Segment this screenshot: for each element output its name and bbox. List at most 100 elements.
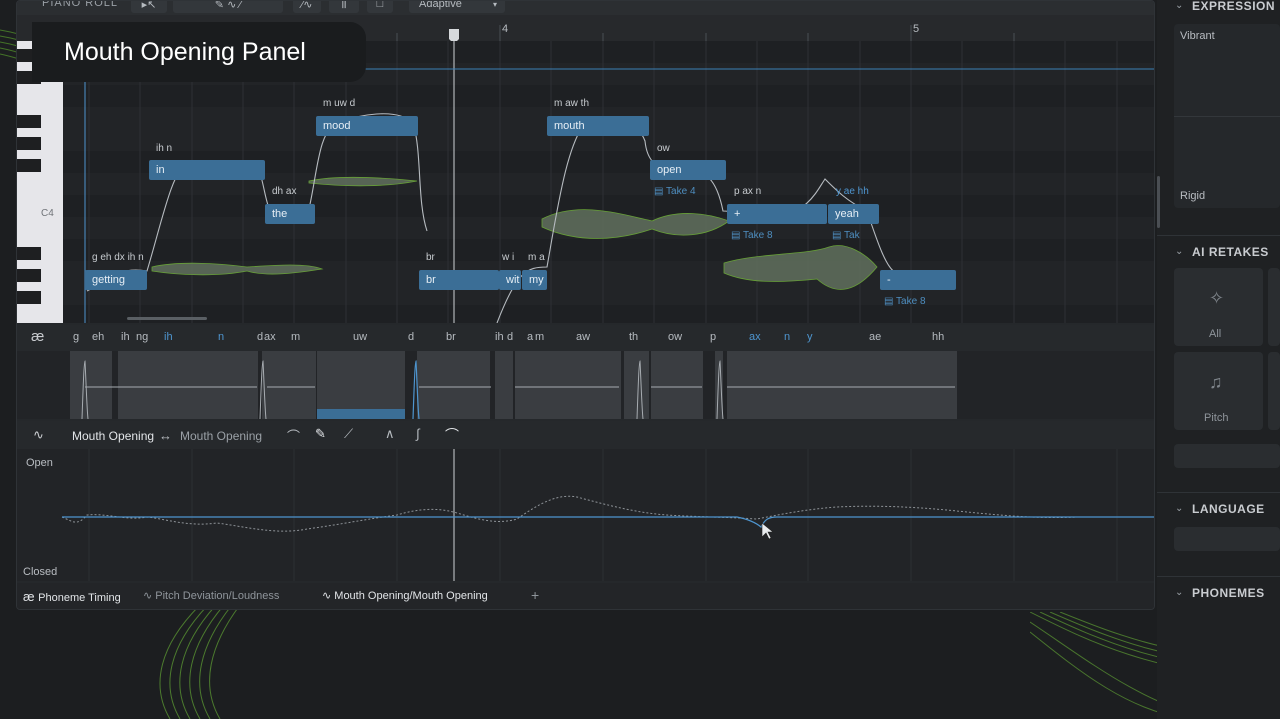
section-ai-retakes[interactable]: ⌄ AI RETAKES — [1157, 235, 1280, 267]
note-open[interactable]: open — [650, 160, 726, 180]
phoneme[interactable]: m — [291, 331, 300, 343]
grid-lines — [84, 41, 1154, 323]
line-tool-icon[interactable]: ⟋ — [344, 426, 353, 442]
phoneme[interactable]: n — [218, 331, 224, 343]
language-select[interactable] — [1174, 527, 1280, 551]
phoneme[interactable]: hh — [932, 331, 944, 343]
curve-tool-icon[interactable]: ⌒ — [287, 426, 300, 445]
mouth-opening-editor[interactable]: Open Closed — [17, 449, 1154, 581]
curve-icon: ∿ — [143, 590, 156, 602]
note-in[interactable]: in — [149, 160, 265, 180]
open-label: Open — [26, 457, 53, 469]
chevron-down-icon: ⌄ — [1175, 0, 1184, 11]
section-title: PHONEMES — [1192, 586, 1265, 600]
phoneme[interactable]: ih — [164, 331, 173, 343]
frame-tool-button[interactable]: □ — [367, 1, 393, 13]
music-note-icon: ♫ — [1209, 372, 1223, 392]
note-the[interactable]: the — [265, 204, 315, 224]
note-yeah[interactable]: yeah — [828, 204, 879, 224]
retake-pitch-button[interactable]: ♫ Pitch — [1174, 352, 1263, 430]
note-br[interactable]: br — [419, 270, 499, 290]
tab-mouth-opening[interactable]: ∿ Mouth Opening/Mouth Opening — [322, 589, 488, 602]
param-source-label[interactable]: Mouth Opening — [72, 429, 154, 443]
phoneme[interactable]: ow — [668, 331, 682, 343]
waveform-tool-button[interactable]: ⫼ — [329, 1, 359, 13]
s-curve-icon[interactable]: ∫ — [416, 426, 420, 441]
phoneme[interactable]: m — [535, 331, 544, 343]
phoneme[interactable]: th — [629, 331, 638, 343]
take-badge-4[interactable]: ▤ Take 4 — [654, 186, 696, 197]
retake-bar[interactable] — [1174, 444, 1280, 468]
mode-select[interactable]: Adaptive ▾ — [409, 1, 505, 13]
closed-label: Closed — [23, 566, 58, 578]
clapper-icon: ▤ — [832, 230, 845, 241]
retake-more-button[interactable] — [1268, 268, 1280, 346]
tab-pitch-deviation[interactable]: ∿ Pitch Deviation/Loudness — [143, 589, 279, 602]
param-target-label[interactable]: Mouth Opening — [180, 429, 262, 443]
expression-pad[interactable]: Vibrant Rigid — [1174, 24, 1280, 208]
retake-more-button-2[interactable] — [1268, 352, 1280, 430]
take-badge-8b[interactable]: ▤ Take 8 — [884, 296, 926, 307]
phoneme[interactable]: aw — [576, 331, 590, 343]
retake-all-label: All — [1209, 328, 1222, 340]
app-window: PIANO ROLL ▸↖ ✎ ∿ ⁄ ∕∿ ⫼ □ Adaptive ▾ 4 … — [0, 0, 1280, 719]
phoneme[interactable]: y — [807, 331, 813, 343]
key-label-c4: C4 — [41, 208, 54, 219]
draw-tool-button[interactable]: ✎ ∿ ⁄ — [173, 1, 283, 13]
take-label: Take 4 — [666, 186, 696, 197]
retake-all-button[interactable]: ✧ All — [1174, 268, 1263, 346]
pitch-tool-button[interactable]: ∕∿ — [293, 1, 321, 13]
phoneme[interactable]: p — [710, 331, 716, 343]
phoneme[interactable]: g — [73, 331, 79, 343]
swap-icon[interactable]: ↔ — [159, 428, 172, 443]
section-expression[interactable]: ⌄ EXPRESSION — [1157, 0, 1280, 22]
take-badge-tak[interactable]: ▤ Tak — [832, 230, 860, 241]
curve-icon: ∿ — [33, 427, 44, 442]
phoneme-label-yeah: y ae hh — [836, 186, 869, 197]
select-tool-button[interactable]: ▸↖ — [131, 1, 167, 13]
peak-icon[interactable]: ∧ — [385, 426, 395, 442]
phoneme[interactable]: ae — [869, 331, 881, 343]
clapper-icon: ▤ — [731, 230, 744, 241]
phoneme[interactable]: ax — [749, 331, 761, 343]
phoneme[interactable]: d — [257, 331, 263, 343]
phoneme[interactable]: eh — [92, 331, 104, 343]
piano-keyboard[interactable]: C4 — [17, 41, 63, 323]
add-tab-button[interactable]: + — [531, 587, 539, 603]
piano-roll-toolbar: PIANO ROLL ▸↖ ✎ ∿ ⁄ ∕∿ ⫼ □ Adaptive ▾ — [17, 1, 1154, 15]
phoneme[interactable]: n — [784, 331, 790, 343]
tab-label: Mouth Opening/Mouth Opening — [334, 590, 488, 602]
vibrant-label: Vibrant — [1180, 30, 1215, 42]
phoneme-lane-icon: æ — [31, 328, 45, 345]
note-dash[interactable]: - — [880, 270, 956, 290]
phoneme[interactable]: ih — [121, 331, 130, 343]
chevron-down-icon: ⌄ — [1175, 246, 1184, 257]
phoneme[interactable]: ng — [136, 331, 148, 343]
take-label: Take 8 — [896, 296, 926, 307]
note-wit[interactable]: wit — [499, 270, 521, 290]
section-language[interactable]: ⌄ LANGUAGE — [1157, 492, 1280, 524]
note-getting[interactable]: getting — [85, 270, 147, 290]
phoneme-timing-lane[interactable] — [17, 351, 1154, 419]
phoneme[interactable]: ih — [495, 331, 504, 343]
piano-roll-grid[interactable]: getting g eh dx ih n in ih n the dh ax m… — [17, 41, 1154, 323]
note-mouth[interactable]: mouth — [547, 116, 649, 136]
phoneme[interactable]: d — [507, 331, 513, 343]
tab-phoneme-timing[interactable]: æ Phoneme Timing — [23, 589, 121, 604]
note-mood[interactable]: mood — [316, 116, 418, 136]
section-phonemes[interactable]: ⌄ PHONEMES — [1157, 576, 1280, 608]
phoneme[interactable]: uw — [353, 331, 367, 343]
note-my[interactable]: my — [522, 270, 547, 290]
phoneme[interactable]: d — [408, 331, 414, 343]
note-plus[interactable]: + — [727, 204, 827, 224]
phoneme[interactable]: a — [527, 331, 533, 343]
arch-icon[interactable]: ⌒ — [445, 425, 459, 445]
rigid-label: Rigid — [1180, 190, 1206, 202]
phoneme[interactable]: br — [446, 331, 456, 343]
playhead-marker — [449, 29, 459, 41]
scrollbar[interactable] — [1157, 176, 1160, 228]
phoneme[interactable]: ax — [264, 331, 276, 343]
pencil-icon[interactable]: ✎ — [315, 426, 326, 442]
take-badge-8a[interactable]: ▤ Take 8 — [731, 230, 773, 241]
tab-label: Pitch Deviation/Loudness — [155, 590, 280, 602]
